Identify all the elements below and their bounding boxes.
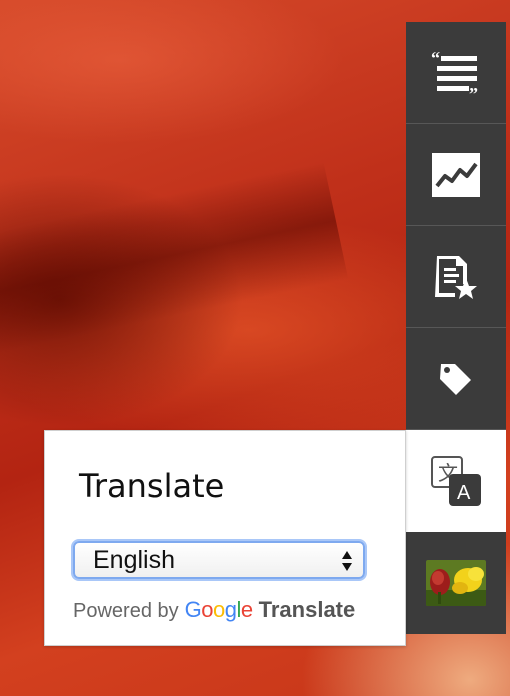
svg-text:”: ”	[469, 84, 478, 96]
review-button[interactable]	[406, 226, 506, 328]
translate-icon: 文 A	[431, 455, 481, 506]
tag-icon	[440, 363, 471, 395]
language-select[interactable]: English	[73, 541, 365, 579]
google-logo[interactable]: Google	[185, 597, 254, 623]
trend-chart-icon	[432, 152, 480, 197]
trend-chart-button[interactable]	[406, 124, 506, 226]
svg-text:A: A	[457, 482, 471, 504]
powered-by-google: Powered by Google Translate	[73, 597, 355, 623]
powered-by-label: Powered by	[73, 600, 179, 622]
quote-text-icon: “ ”	[431, 50, 478, 96]
selected-language: English	[93, 545, 175, 574]
select-arrows-icon	[342, 551, 352, 571]
translate-button[interactable]: 文 A	[406, 430, 506, 532]
quote-text-button[interactable]: “ ”	[406, 22, 506, 124]
tag-button[interactable]	[406, 328, 506, 430]
flower-thumbnail	[426, 560, 486, 606]
translate-brand-label: Translate	[258, 597, 356, 622]
translate-panel: Translate English Powered by Google Tran…	[44, 430, 406, 646]
document-star-icon	[435, 255, 477, 299]
image-thumbnail-button[interactable]	[406, 532, 506, 634]
panel-title: Translate	[79, 467, 225, 505]
side-toolbar: “ ” 文 A	[406, 22, 506, 634]
svg-text:“: “	[431, 50, 440, 68]
